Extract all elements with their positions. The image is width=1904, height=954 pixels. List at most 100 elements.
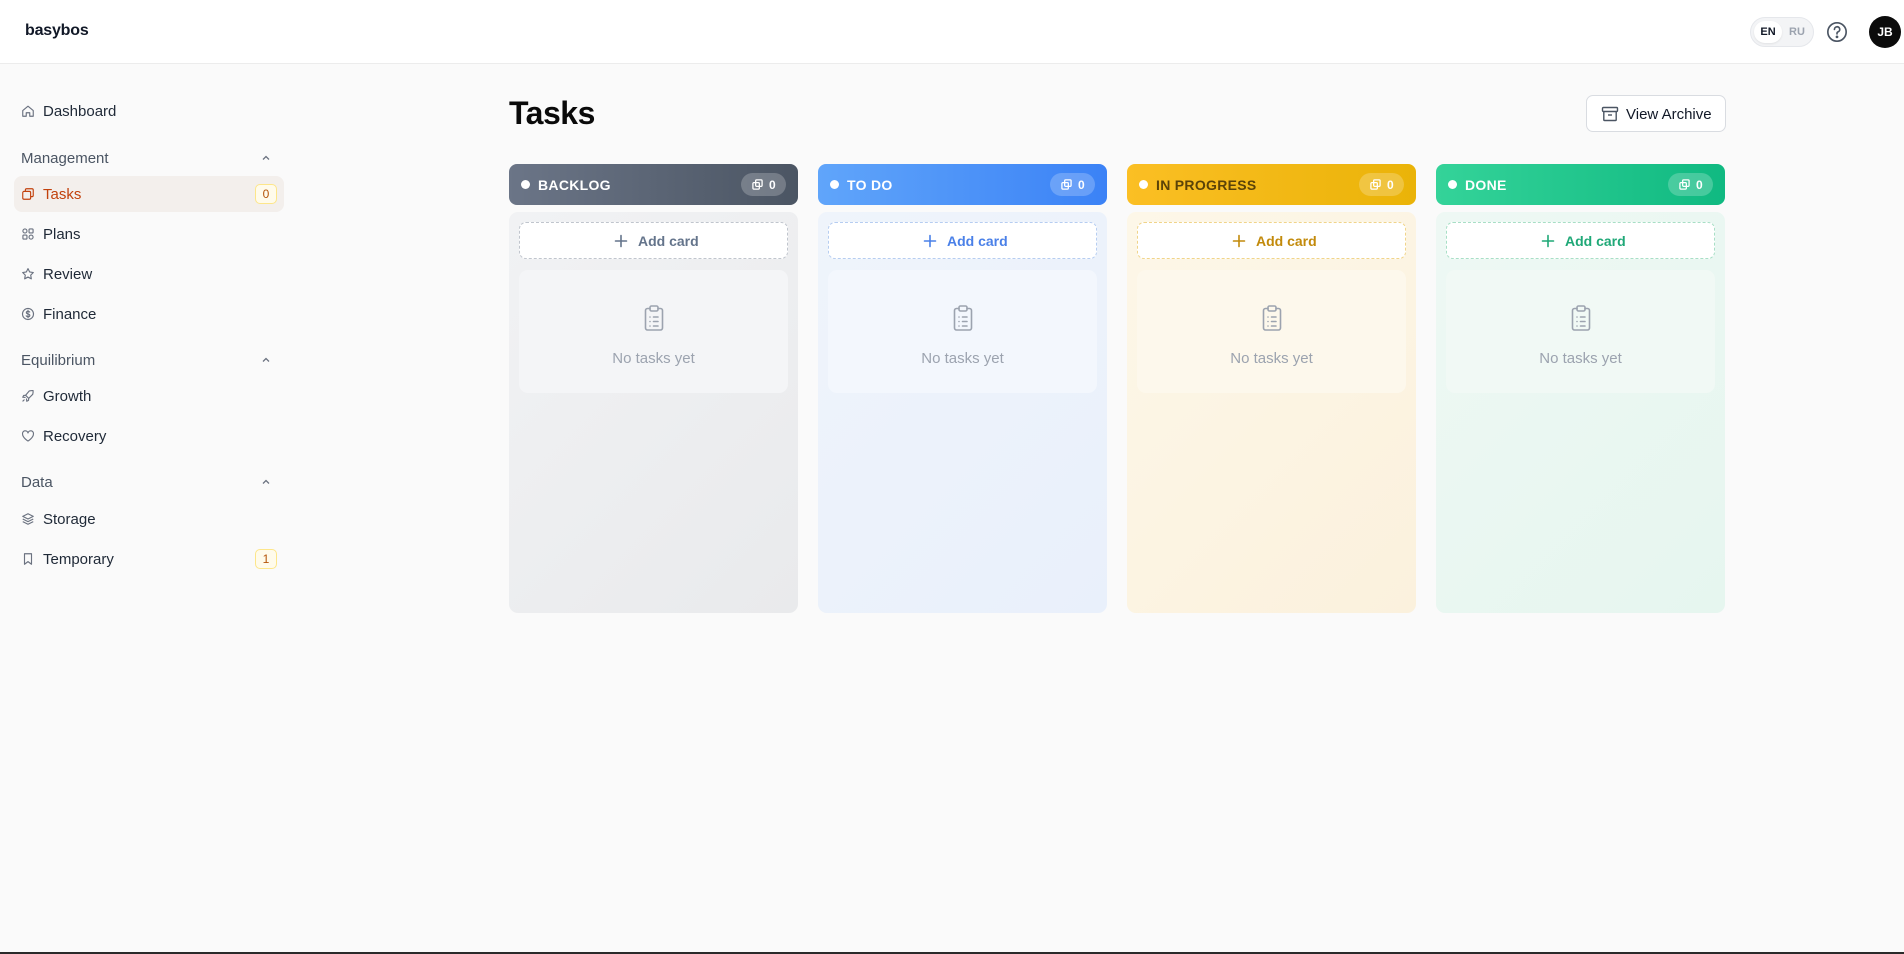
sidebar-item-review[interactable]: Review (14, 256, 284, 292)
add-card-label: Add card (947, 233, 1008, 249)
sidebar-item-label: Finance (43, 306, 97, 323)
column-count: 0 (1696, 178, 1703, 192)
empty-state: No tasks yet (519, 270, 788, 393)
empty-state-text: No tasks yet (921, 350, 1004, 367)
copy-stack-icon (1679, 179, 1690, 190)
status-dot (1448, 180, 1457, 189)
sidebar-section-management[interactable]: Management (21, 147, 283, 169)
sidebar-item-label: Dashboard (43, 103, 117, 120)
sidebar-item-storage[interactable]: Storage (14, 501, 284, 537)
empty-state: No tasks yet (1446, 270, 1715, 393)
sidebar-item-label: Temporary (43, 551, 114, 568)
heart-icon (22, 430, 34, 442)
sidebar-item-label: Storage (43, 511, 96, 528)
sidebar-item-label: Growth (43, 388, 92, 405)
chevron-up-icon (262, 479, 270, 484)
column-title: IN PROGRESS (1156, 177, 1257, 193)
archive-box-icon (1601, 106, 1619, 122)
empty-state-text: No tasks yet (1230, 350, 1313, 367)
count-badge: 0 (1050, 173, 1095, 196)
chevron-up-icon (262, 357, 270, 362)
sidebar-item-label: Tasks (43, 186, 82, 203)
sidebar-item-temporary[interactable]: Temporary 1 (14, 541, 284, 577)
plus-icon (614, 234, 628, 248)
add-card-button[interactable]: Add card (519, 222, 788, 259)
sidebar-item-dashboard[interactable]: Dashboard (14, 93, 284, 129)
column-backlog: BACKLOG 0 Add card No tasks yet (509, 164, 798, 613)
sidebar-section-equilibrium[interactable]: Equilibrium (21, 349, 283, 371)
sidebar-item-growth[interactable]: Growth (14, 378, 284, 414)
layers-icon (22, 513, 34, 525)
column-todo: TO DO 0 Add card No tasks yet (818, 164, 1107, 613)
column-done: DONE 0 Add card No tasks yet (1436, 164, 1725, 613)
add-card-label: Add card (638, 233, 699, 249)
column-count: 0 (1387, 178, 1394, 192)
sidebar-item-finance[interactable]: Finance (14, 296, 284, 332)
column-in-progress: IN PROGRESS 0 Add card No tasks yet (1127, 164, 1416, 613)
column-title: BACKLOG (538, 177, 611, 193)
plus-icon (923, 234, 937, 248)
sidebar-section-data[interactable]: Data (21, 471, 283, 493)
language-option-ru[interactable]: RU (1783, 21, 1811, 43)
clipboard-icon (1262, 305, 1282, 331)
grid-icon (22, 228, 34, 240)
dollar-circle-icon (21, 307, 35, 321)
add-card-label: Add card (1256, 233, 1317, 249)
count-badge: 0 (1668, 173, 1713, 196)
count-badge: 0 (741, 173, 786, 196)
copy-stack-icon (1370, 179, 1381, 190)
column-header: BACKLOG 0 (509, 164, 798, 205)
star-icon (22, 268, 34, 280)
view-archive-button[interactable]: View Archive (1586, 95, 1726, 132)
top-bar: basybos EN RU JB (0, 0, 1904, 64)
column-header: IN PROGRESS 0 (1127, 164, 1416, 205)
empty-state-text: No tasks yet (612, 350, 695, 367)
section-title: Equilibrium (21, 352, 96, 369)
empty-state: No tasks yet (1137, 270, 1406, 393)
sidebar-item-plans[interactable]: Plans (14, 216, 284, 252)
clipboard-icon (1571, 305, 1591, 331)
chevron-up-icon (262, 155, 270, 160)
copy-stack-icon (1061, 179, 1072, 190)
count-badge: 1 (255, 549, 277, 569)
page-title: Tasks (509, 95, 595, 131)
clipboard-icon (644, 305, 664, 331)
home-icon (22, 105, 34, 117)
copy-stack-icon (22, 188, 34, 200)
plus-icon (1541, 234, 1555, 248)
sidebar-item-label: Plans (43, 226, 81, 243)
count-badge: 0 (255, 184, 277, 204)
section-title: Data (21, 474, 53, 491)
empty-state-text: No tasks yet (1539, 350, 1622, 367)
sidebar-item-tasks[interactable]: Tasks 0 (14, 176, 284, 212)
user-avatar[interactable]: JB (1869, 16, 1901, 48)
clipboard-icon (953, 305, 973, 331)
rocket-icon (22, 389, 34, 402)
app-logo[interactable]: basybos (25, 22, 89, 40)
sidebar-item-label: Review (43, 266, 93, 283)
copy-stack-icon (752, 179, 763, 190)
view-archive-label: View Archive (1626, 106, 1712, 123)
sidebar-item-recovery[interactable]: Recovery (14, 418, 284, 454)
add-card-button[interactable]: Add card (828, 222, 1097, 259)
status-dot (830, 180, 839, 189)
add-card-button[interactable]: Add card (1446, 222, 1715, 259)
column-count: 0 (769, 178, 776, 192)
language-switcher[interactable]: EN RU (1750, 17, 1814, 47)
status-dot (521, 180, 530, 189)
sidebar-item-label: Recovery (43, 428, 107, 445)
status-dot (1139, 180, 1148, 189)
question-circle-icon[interactable] (1826, 21, 1848, 43)
empty-state: No tasks yet (828, 270, 1097, 393)
column-title: TO DO (847, 177, 893, 193)
add-card-label: Add card (1565, 233, 1626, 249)
add-card-button[interactable]: Add card (1137, 222, 1406, 259)
column-count: 0 (1078, 178, 1085, 192)
bookmark-icon (23, 553, 33, 565)
section-title: Management (21, 150, 109, 167)
plus-icon (1232, 234, 1246, 248)
column-title: DONE (1465, 177, 1507, 193)
language-option-en[interactable]: EN (1754, 21, 1782, 43)
column-header: DONE 0 (1436, 164, 1725, 205)
count-badge: 0 (1359, 173, 1404, 196)
